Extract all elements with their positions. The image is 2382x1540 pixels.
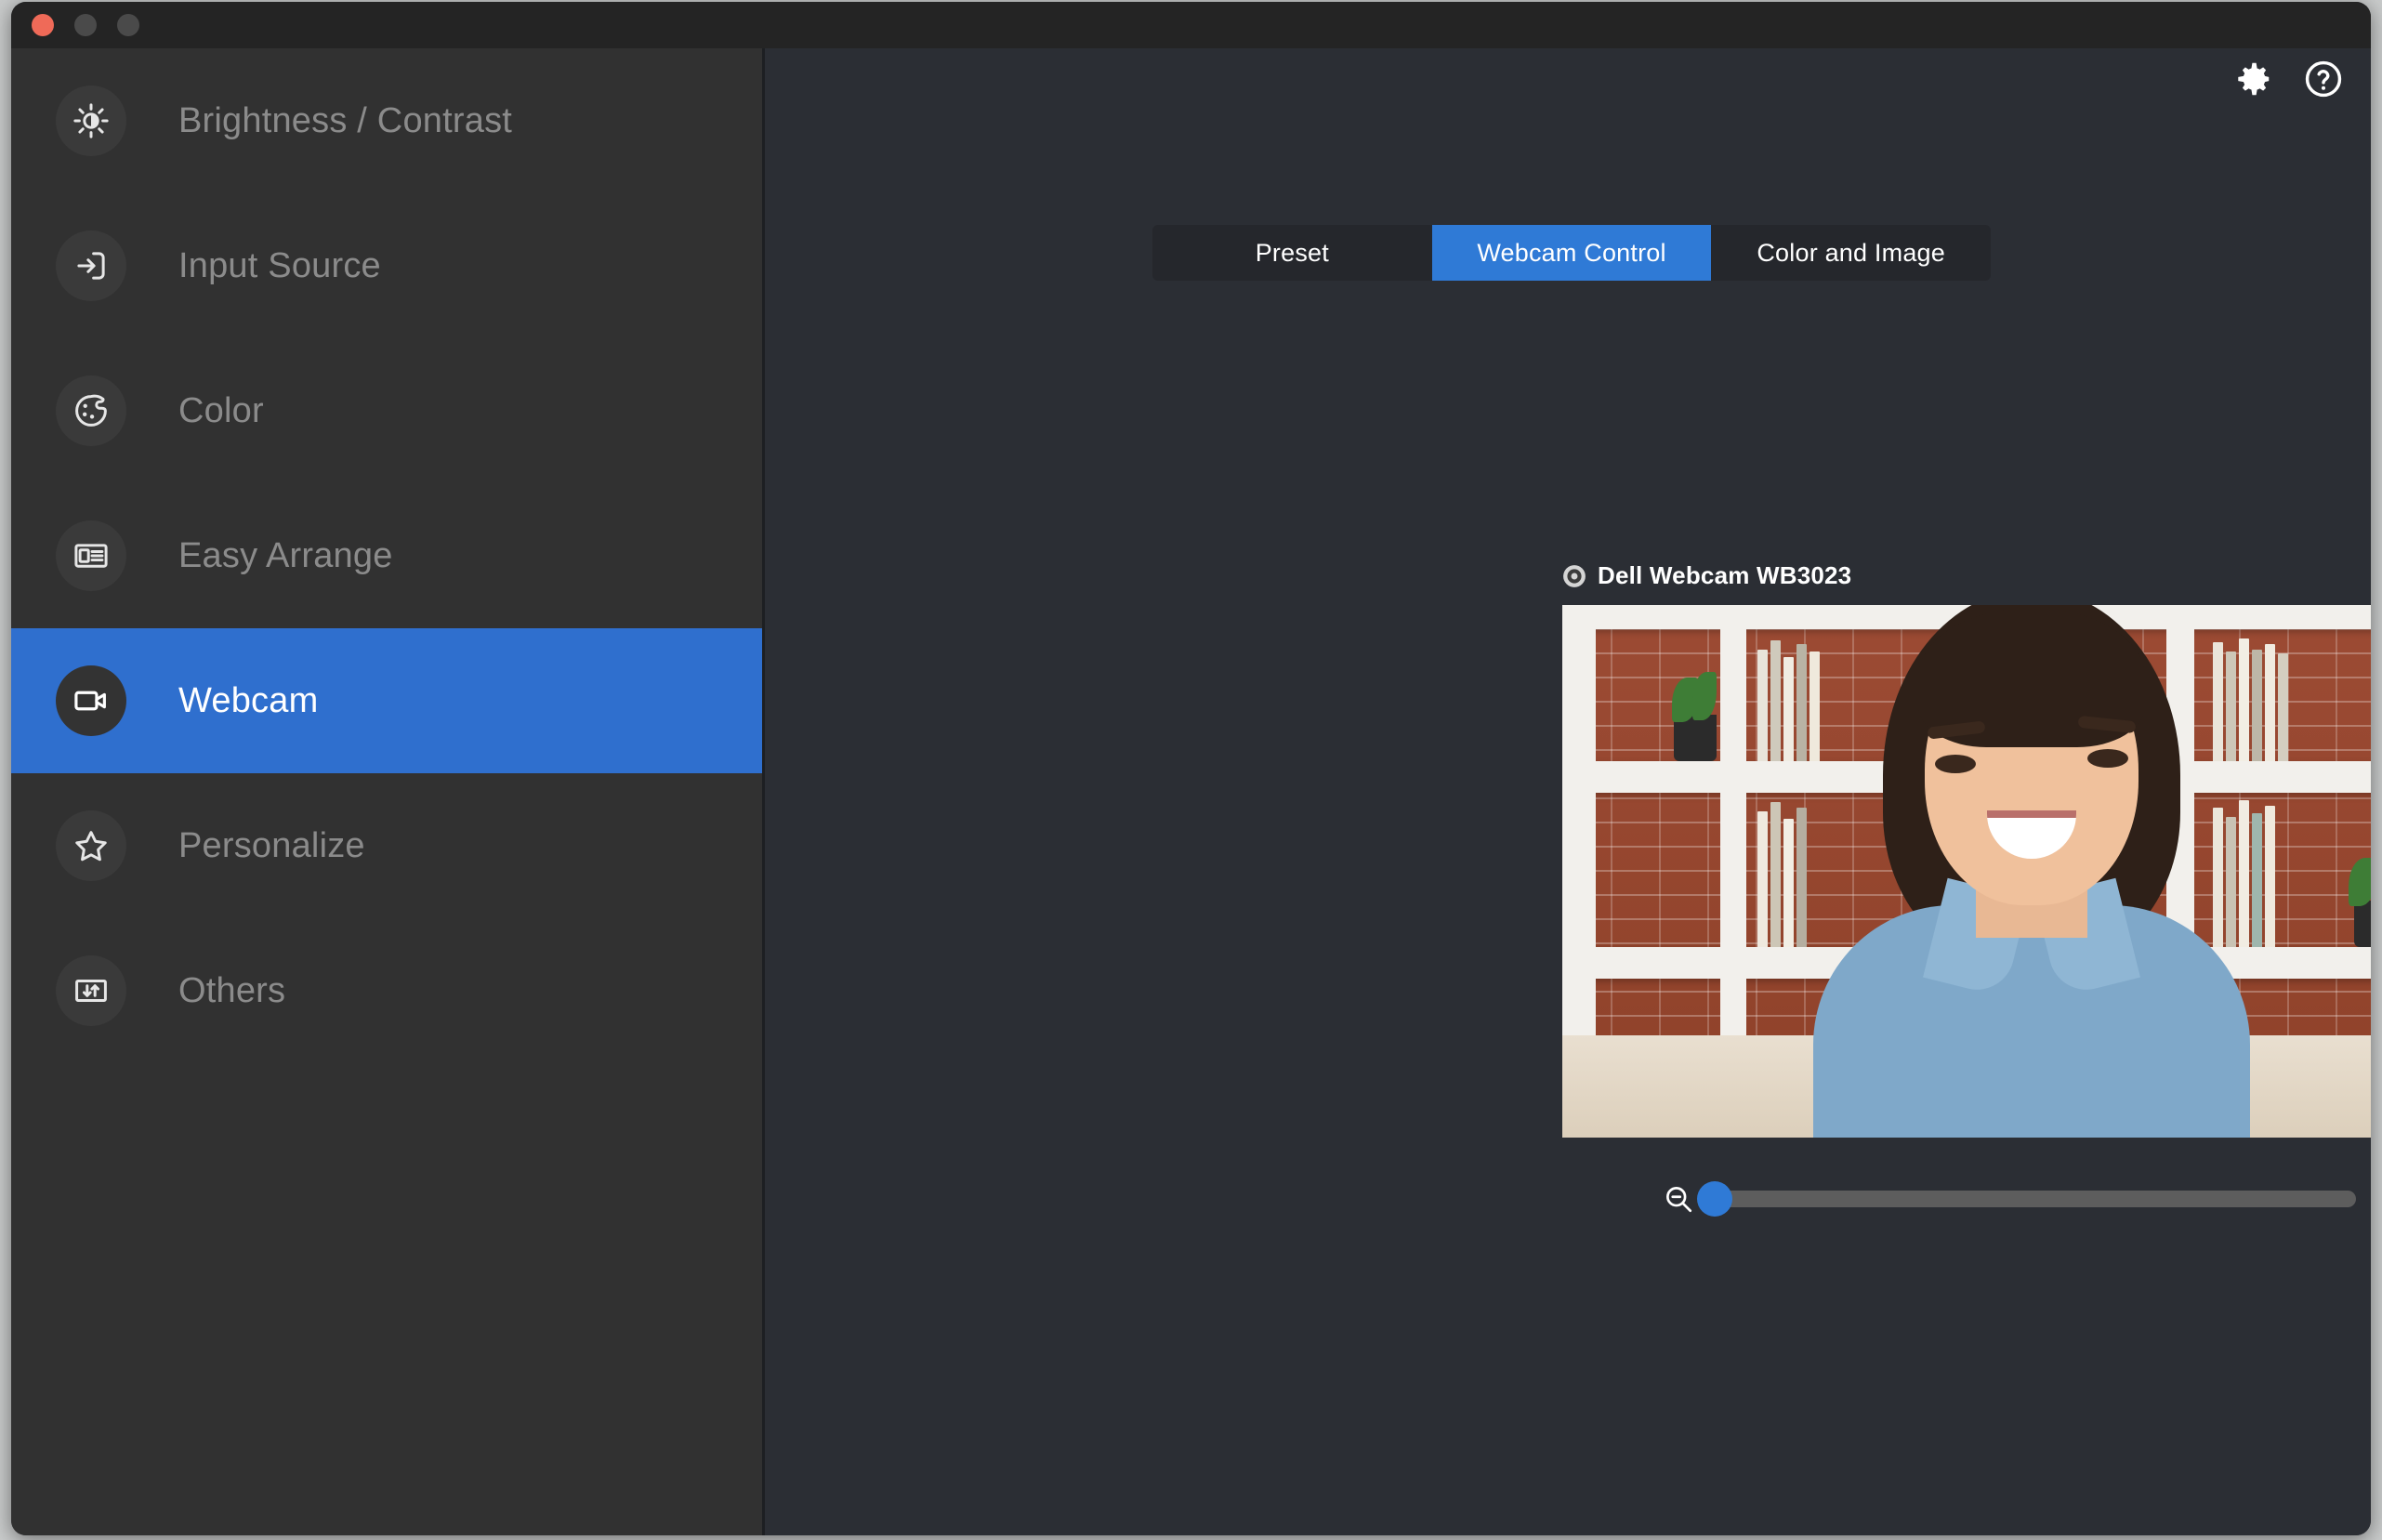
sidebar: Brightness / Contrast Input Source Color…	[11, 48, 765, 1535]
sidebar-item-label: Easy Arrange	[178, 535, 393, 575]
sidebar-item-others[interactable]: Others	[11, 918, 762, 1063]
traffic-light-group	[32, 14, 139, 36]
sidebar-item-color[interactable]: Color	[11, 338, 762, 483]
main-content: Preset Webcam Control Color and Image De…	[765, 48, 2371, 1535]
camera-lens-icon	[1562, 564, 1586, 588]
preview-zoom-slider-row	[1663, 1180, 2371, 1218]
maximize-window-button[interactable]	[117, 14, 139, 36]
app-window: Brightness / Contrast Input Source Color…	[11, 2, 2371, 1535]
tab-bar: Preset Webcam Control Color and Image	[1152, 225, 1991, 281]
sidebar-item-label: Others	[178, 970, 286, 1010]
easy-arrange-icon	[56, 520, 126, 591]
color-palette-icon	[56, 375, 126, 446]
sidebar-item-label: Input Source	[178, 245, 381, 285]
tab-preset[interactable]: Preset	[1152, 225, 1432, 281]
person-silhouette	[1771, 605, 2292, 1138]
sidebar-item-label: Brightness / Contrast	[178, 100, 513, 140]
tab-webcam-control[interactable]: Webcam Control	[1431, 225, 1712, 281]
webcam-device-label: Dell Webcam WB3023	[1562, 561, 2371, 590]
webcam-preview-image	[1562, 605, 2371, 1138]
help-circle-icon[interactable]	[2302, 58, 2345, 100]
sidebar-item-label: Webcam	[178, 680, 319, 720]
sidebar-item-webcam[interactable]: Webcam	[11, 628, 762, 773]
zoom-out-icon[interactable]	[1663, 1183, 1694, 1215]
star-icon	[56, 810, 126, 881]
minimize-window-button[interactable]	[74, 14, 97, 36]
zoom-slider-handle[interactable]	[1697, 1181, 1732, 1217]
brightness-icon	[56, 86, 126, 156]
zoom-slider-track[interactable]	[1697, 1181, 2356, 1217]
sidebar-item-easy-arrange[interactable]: Easy Arrange	[11, 483, 762, 628]
preview-scene	[1562, 605, 2371, 1138]
webcam-device-name: Dell Webcam WB3023	[1598, 561, 1852, 589]
sidebar-item-brightness-contrast[interactable]: Brightness / Contrast	[11, 48, 762, 193]
sidebar-item-personalize[interactable]: Personalize	[11, 773, 762, 918]
webcam-preview-block: Dell Webcam WB3023	[1562, 561, 2371, 1138]
sidebar-item-input-source[interactable]: Input Source	[11, 193, 762, 338]
sidebar-item-label: Color	[178, 390, 264, 430]
input-source-icon	[56, 230, 126, 301]
sidebar-item-label: Personalize	[178, 825, 365, 865]
window-actions	[2231, 58, 2345, 100]
webcam-icon	[56, 665, 126, 736]
close-window-button[interactable]	[32, 14, 54, 36]
others-sliders-icon	[56, 955, 126, 1026]
tab-color-and-image[interactable]: Color and Image	[1711, 225, 1991, 281]
title-bar	[11, 2, 2371, 48]
gear-icon[interactable]	[2231, 58, 2274, 100]
